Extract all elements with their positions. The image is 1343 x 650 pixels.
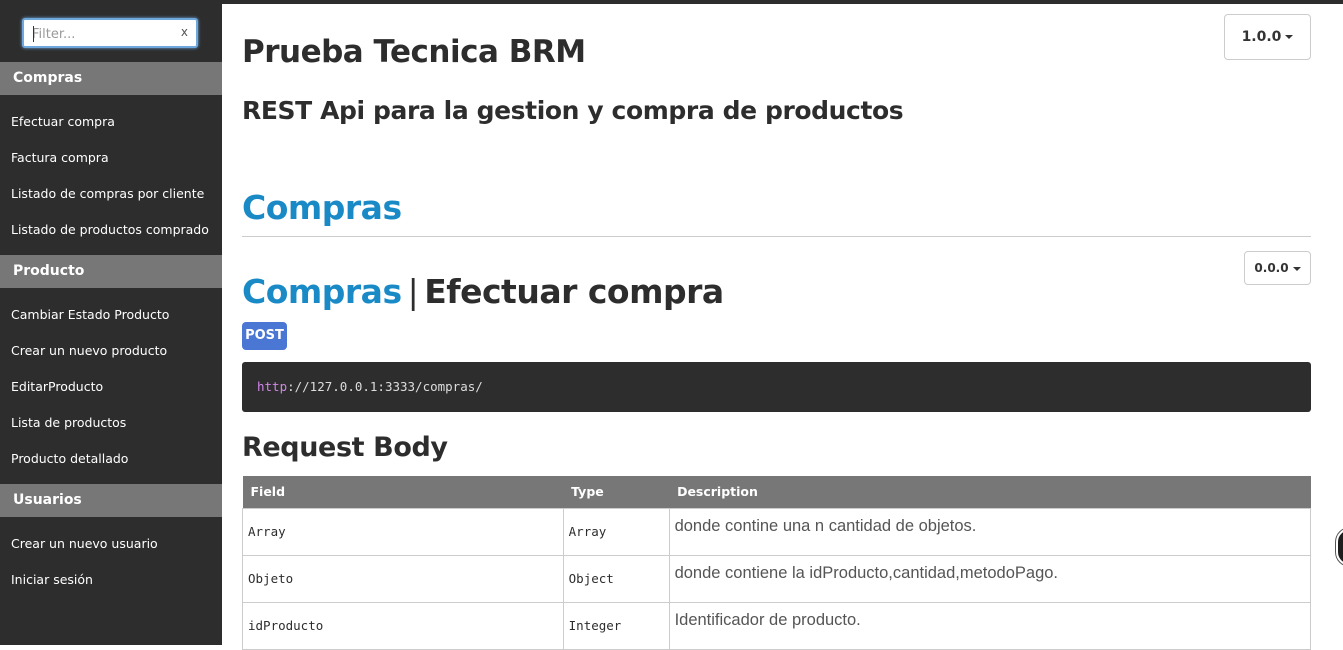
nav-group-usuarios[interactable]: Usuarios: [0, 484, 222, 517]
table-row: Array Array donde contine una n cantidad…: [242, 507, 1312, 556]
page-title: Prueba Tecnica BRM: [242, 34, 586, 70]
request-body-table: Field Type Description Array Array donde…: [242, 476, 1312, 650]
nav-group-compras[interactable]: Compras: [0, 62, 222, 95]
nav-item-listado-productos-comprado[interactable]: Listado de productos comprado: [11, 222, 209, 237]
endpoint-version-dropdown[interactable]: 0.0.0: [1244, 251, 1311, 285]
caret-down-icon: [1285, 35, 1294, 39]
text-cursor: [33, 26, 34, 42]
clear-filter-button[interactable]: x: [181, 25, 188, 39]
api-version-label: 1.0.0: [1241, 29, 1282, 45]
endpoint-separator: |: [407, 272, 419, 311]
http-method-badge: POST: [242, 322, 287, 350]
endpoint-name: Efectuar compra: [424, 272, 724, 311]
nav-group-producto[interactable]: Producto: [0, 255, 222, 288]
column-header-type: Type: [563, 476, 670, 508]
nav-item-listado-compras-cliente[interactable]: Listado de compras por cliente: [11, 186, 204, 201]
nav-item-crear-producto[interactable]: Crear un nuevo producto: [11, 343, 167, 358]
filter-input[interactable]: [32, 24, 172, 44]
description-cell: donde contiene la idProducto,cantidad,me…: [668, 554, 1312, 603]
field-cell: idProducto: [242, 601, 564, 650]
nav-item-iniciar-sesion[interactable]: Iniciar sesión: [11, 572, 93, 587]
nav-item-cambiar-estado-producto[interactable]: Cambiar Estado Producto: [11, 307, 169, 322]
column-header-description: Description: [669, 476, 1311, 508]
field-cell: Array: [242, 507, 564, 556]
caret-down-icon: [1292, 266, 1301, 271]
endpoint-url: http://127.0.0.1:3333/compras/: [242, 362, 1311, 412]
field-cell: Objeto: [242, 554, 564, 603]
description-cell: Identificador de producto.: [668, 601, 1312, 650]
table-header-row: Field Type Description: [242, 476, 1311, 508]
type-cell: Object: [562, 554, 670, 603]
nav-item-lista-productos[interactable]: Lista de productos: [11, 415, 126, 430]
main-content: Prueba Tecnica BRM REST Api para la gest…: [222, 4, 1343, 650]
api-version-dropdown[interactable]: 1.0.0: [1224, 14, 1311, 60]
table-row: Objeto Object donde contiene la idProduc…: [242, 554, 1312, 603]
sidebar: x Compras Efectuar compra Factura compra…: [0, 0, 222, 645]
table-row: idProducto Integer Identificador de prod…: [242, 601, 1312, 650]
description-cell: donde contine una n cantidad de objetos.: [668, 507, 1312, 556]
page-subtitle: REST Api para la gestion y compra de pro…: [242, 96, 904, 125]
nav-item-crear-usuario[interactable]: Crear un nuevo usuario: [11, 536, 158, 551]
filter-field[interactable]: x: [22, 18, 198, 48]
url-path: ://127.0.0.1:3333/compras/: [287, 379, 483, 394]
section-divider: [242, 236, 1311, 237]
nav-item-producto-detallado[interactable]: Producto detallado: [11, 451, 128, 466]
section-title: Compras: [242, 188, 402, 227]
url-scheme: http: [257, 379, 288, 394]
column-header-field: Field: [242, 476, 564, 508]
nav-item-editar-producto[interactable]: EditarProducto: [11, 379, 103, 394]
endpoint-title: Compras | Efectuar compra: [242, 272, 724, 311]
nav-item-efectuar-compra[interactable]: Efectuar compra: [11, 114, 115, 129]
endpoint-group: Compras: [242, 272, 402, 311]
endpoint-version-label: 0.0.0: [1254, 261, 1289, 275]
request-body-title: Request Body: [242, 432, 448, 463]
type-cell: Array: [562, 507, 670, 556]
type-cell: Integer: [562, 601, 670, 650]
nav-item-factura-compra[interactable]: Factura compra: [11, 150, 109, 165]
